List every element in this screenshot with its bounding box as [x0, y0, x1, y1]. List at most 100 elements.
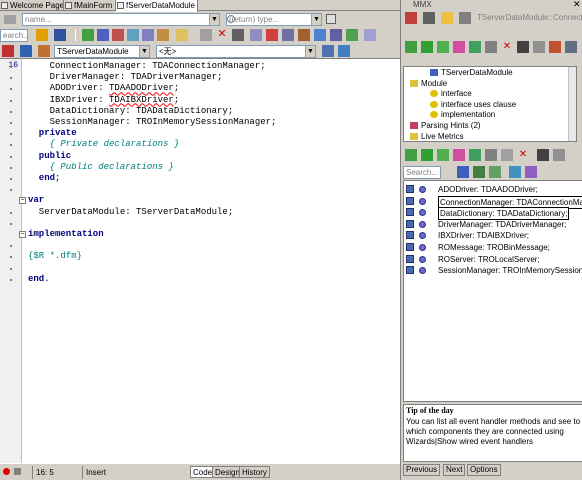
member-search-input[interactable]: Search...	[403, 166, 441, 179]
code-line[interactable]: ADODriver: TDAADODriver;	[28, 83, 180, 94]
chevron-down-icon[interactable]: ▼	[305, 46, 315, 57]
edit-icon[interactable]	[485, 41, 497, 53]
edit-icon[interactable]	[485, 149, 497, 161]
sync-icon[interactable]	[322, 45, 334, 57]
add-property-icon[interactable]	[453, 41, 465, 53]
member-row[interactable]: DriverManager: TDADriverManager;	[404, 219, 582, 230]
tree-node[interactable]: interface uses clause	[430, 100, 516, 110]
structure-tree[interactable]: TServerDataModule Module interface interfac…	[403, 66, 577, 142]
list-icon[interactable]	[517, 41, 529, 53]
sort-icon[interactable]	[282, 29, 294, 41]
add-field-icon[interactable]	[437, 149, 449, 161]
tree-scrollbar[interactable]	[568, 67, 576, 141]
cut-icon[interactable]	[200, 29, 212, 41]
chevron-down-icon[interactable]: ▼	[209, 14, 219, 25]
delete-icon[interactable]: ✕	[517, 149, 529, 161]
tool-icon[interactable]	[459, 12, 471, 24]
members-icon[interactable]	[54, 29, 66, 41]
tab-welcome-page[interactable]: Welcome Page	[0, 0, 64, 11]
tree-node[interactable]: implementation	[430, 110, 495, 120]
chevron-down-icon[interactable]: ▼	[139, 46, 149, 57]
code-line[interactable]: { Private declarations }	[28, 139, 180, 150]
member-row[interactable]: ConnectionManager: TDAConnectionManager	[404, 195, 582, 209]
unit-combo[interactable]: TServerDataModule ▼	[54, 45, 150, 58]
code-line[interactable]: ServerDataModule: TServerDataModule;	[28, 207, 233, 218]
stop-icon[interactable]	[14, 468, 21, 475]
delete-icon[interactable]: ✕	[501, 41, 513, 53]
refresh-icon[interactable]	[509, 166, 521, 178]
form-icon[interactable]	[38, 45, 50, 57]
code-line[interactable]: var	[28, 195, 44, 206]
add-icon[interactable]	[405, 149, 417, 161]
undo-icon[interactable]	[232, 29, 244, 41]
code-line[interactable]: end;	[28, 173, 61, 184]
view-icon[interactable]	[330, 29, 342, 41]
refresh-icon[interactable]	[250, 29, 262, 41]
next-tip-button[interactable]: Next	[443, 464, 466, 476]
tab-fserverdatamodule[interactable]: fServerDataModule	[116, 0, 198, 12]
tip-options-button[interactable]: Options	[467, 464, 501, 476]
link-icon[interactable]	[314, 29, 326, 41]
delete-icon[interactable]: ✕	[216, 29, 228, 41]
options-icon[interactable]	[565, 41, 577, 53]
tree-node[interactable]: Live Metrics	[410, 132, 464, 141]
member-row[interactable]: ADODriver: TDAADODriver;	[404, 184, 582, 195]
code-line[interactable]: IBXDriver: TDAIBXDriver;	[28, 95, 180, 106]
tools-icon[interactable]	[346, 29, 358, 41]
property-icon[interactable]	[127, 29, 139, 41]
add-property-icon[interactable]	[453, 149, 465, 161]
code-line[interactable]: implementation	[28, 229, 104, 240]
unit-icon[interactable]	[20, 45, 32, 57]
record-icon[interactable]	[3, 468, 10, 475]
code-editor[interactable]: 16 ConnectionManager: TDAConnectionManag…	[0, 58, 400, 464]
add-method-icon[interactable]	[421, 41, 433, 53]
navigate-icon[interactable]	[338, 45, 350, 57]
tree-node[interactable]: interface	[430, 89, 472, 99]
previous-tip-button[interactable]: Previous	[403, 464, 441, 476]
add-method-icon[interactable]	[421, 149, 433, 161]
close-icon[interactable]: ✕	[573, 0, 581, 9]
member-row[interactable]: ROMessage: TROBinMessage;	[404, 242, 582, 253]
add-event-icon[interactable]	[469, 41, 481, 53]
filter-icon[interactable]	[326, 14, 336, 24]
add-class-icon[interactable]	[405, 41, 417, 53]
code-line[interactable]: { Public declarations }	[28, 162, 174, 173]
paste-icon[interactable]	[176, 29, 188, 41]
method-icon[interactable]	[112, 29, 124, 41]
fold-toggle-icon[interactable]: −	[19, 197, 26, 205]
gear-icon[interactable]	[533, 41, 545, 53]
code-line[interactable]: ConnectionManager: TDAConnectionManager;	[28, 61, 266, 72]
add-field-icon[interactable]	[437, 41, 449, 53]
settings-icon[interactable]	[553, 149, 565, 161]
code-line[interactable]: private	[28, 128, 77, 139]
sync-icon[interactable]	[405, 12, 417, 24]
copy-icon[interactable]	[157, 29, 169, 41]
search-input[interactable]: earch...	[0, 29, 28, 42]
chevron-down-icon[interactable]: ▼	[311, 14, 321, 25]
members-list[interactable]: ADODriver: TDAADODriver; ConnectionManage…	[403, 180, 582, 402]
copy-icon[interactable]	[501, 149, 513, 161]
list-icon[interactable]	[537, 149, 549, 161]
tree-node[interactable]: Parsing Hints (2)	[410, 121, 481, 131]
return-type-combo[interactable]: (return) type... ▼	[226, 13, 322, 26]
name-search-combo[interactable]: name... ▼	[22, 13, 220, 26]
member-row[interactable]: IBXDriver: TDAIBXDriver;	[404, 230, 582, 241]
code-lines[interactable]: ConnectionManager: TDAConnectionManager;…	[22, 59, 400, 464]
open-icon[interactable]	[36, 29, 48, 41]
add-event-icon[interactable]	[469, 149, 481, 161]
add-icon[interactable]	[82, 29, 94, 41]
filter-icon[interactable]	[525, 166, 537, 178]
code-line[interactable]: public	[28, 151, 71, 162]
toggle-icon[interactable]	[2, 45, 14, 57]
sort-icon[interactable]	[489, 166, 501, 178]
member-row[interactable]: ROServer: TROLocalServer;	[404, 254, 582, 265]
filter-icon[interactable]	[549, 41, 561, 53]
swap-icon[interactable]	[266, 29, 278, 41]
settings-icon[interactable]	[423, 12, 435, 24]
code-line[interactable]: SessionManager: TROInMemorySessionManage…	[28, 117, 277, 128]
view-tab-history[interactable]: History	[239, 466, 270, 478]
fold-toggle-icon[interactable]: −	[19, 231, 26, 238]
field-icon[interactable]	[142, 29, 154, 41]
tree-node[interactable]: Module	[410, 79, 447, 89]
code-line[interactable]: {$R *.dfm}	[28, 251, 82, 262]
